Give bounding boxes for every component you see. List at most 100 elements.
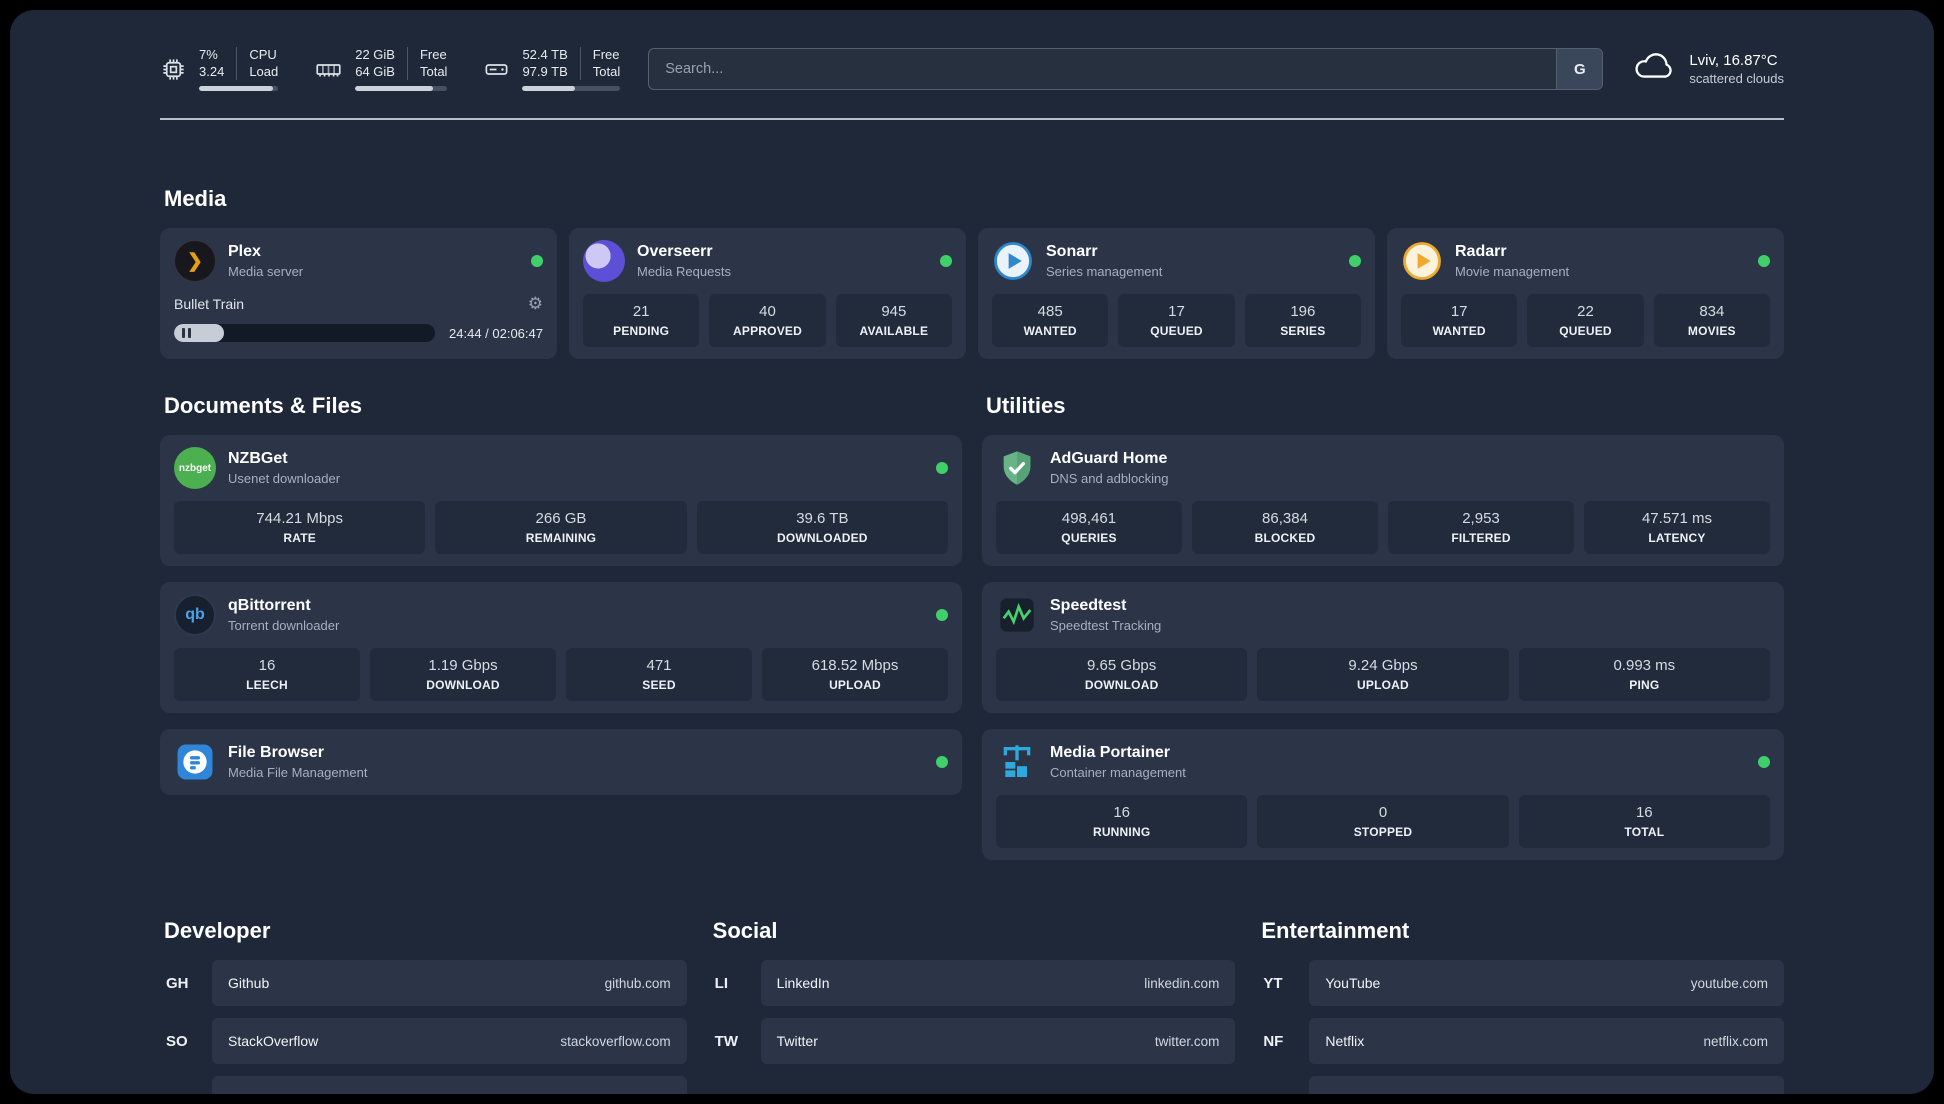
stat-tile: 16 LEECH [174,648,360,701]
disk-widget: 52.4 TB 97.9 TB Free Total [483,46,621,92]
stat-tile: 834 MOVIES [1653,294,1770,347]
bookmark-youtube[interactable]: YT YouTube youtube.com [1257,960,1784,1006]
disk-icon [483,56,510,83]
radarr-icon [1401,240,1443,282]
status-dot [531,255,543,267]
cpu-icon [160,56,187,83]
status-dot [936,462,948,474]
system-stats: 7% 3.24 CPU Load 22 GiB 64 GiB Free Tota… [160,46,621,92]
stat-tile: 86,384 BLOCKED [1192,501,1378,554]
stat-tile: 0 STOPPED [1257,795,1509,848]
stat-tile: 1.19 Gbps DOWNLOAD [370,648,556,701]
cloud-icon [1631,50,1677,89]
stat-tile: 17 QUEUED [1118,294,1235,347]
section-title-social: Social [712,918,778,943]
gear-icon[interactable]: ⚙ [528,294,543,314]
stat-tile: 16 RUNNING [996,795,1248,848]
cpu-widget: 7% 3.24 CPU Load [160,46,279,92]
bookmark-netflix[interactable]: NF Netflix netflix.com [1257,1018,1784,1064]
status-dot [936,756,948,768]
ram-widget: 22 GiB 64 GiB Free Total [314,46,448,92]
disk-progress-bar [522,86,621,92]
cpu-percent: 7% [199,46,218,62]
weather-condition: scattered clouds [1689,71,1784,86]
card-plex[interactable]: ❯ Plex Media server Bullet Train ⚙ 24:44… [160,228,557,359]
bookmark-group-entertainment: Entertainment YT YouTube youtube.com NF … [1257,918,1784,1094]
stat-tile: 945 AVAILABLE [835,294,952,347]
plex-icon: ❯ [174,240,216,282]
section-title-media: Media [164,186,227,211]
speedtest-icon [996,594,1038,636]
cpu-progress-bar [199,86,279,92]
status-dot [1349,255,1361,267]
weather-widget: Lviv, 16.87°C scattered clouds [1631,50,1784,89]
card-nzbget[interactable]: nzbget NZBGet Usenet downloader 744.21 M… [160,435,962,566]
bookmark-dev[interactable]: DT DEV dev.to [160,1076,687,1094]
sonarr-icon [992,240,1034,282]
adguard-icon [996,447,1038,489]
ram-free: 22 GiB [355,46,395,62]
search-bar: G [648,48,1604,90]
stat-tile: 9.24 Gbps UPLOAD [1257,648,1509,701]
stat-tile: 618.52 Mbps UPLOAD [762,648,948,701]
now-playing-title: Bullet Train [174,296,245,312]
stat-tile: 0.993 ms PING [1518,648,1770,701]
card-filebrowser[interactable]: File Browser Media File Management [160,729,962,795]
topbar-divider [160,118,1784,120]
ram-progress-bar [355,86,448,92]
bookmark-group-social: Social LI LinkedIn linkedin.com TW Twitt… [709,918,1236,1094]
status-dot [936,609,948,621]
card-radarr[interactable]: Radarr Movie management 17 WANTED 22 QUE… [1387,228,1784,359]
stat-tile: 9.65 Gbps DOWNLOAD [996,648,1248,701]
overseerr-icon [583,240,625,282]
stat-tile: 17 WANTED [1401,294,1518,347]
bookmark-linkedin[interactable]: LI LinkedIn linkedin.com [709,960,1236,1006]
stat-tile: 2,953 FILTERED [1388,501,1574,554]
playback-progress-bar[interactable] [174,324,436,342]
stat-tile: 16 TOTAL [1518,795,1770,848]
ram-icon [314,56,343,83]
stat-tile: 40 APPROVED [709,294,826,347]
card-overseerr[interactable]: Overseerr Media Requests 21 PENDING 40 A… [569,228,966,359]
disk-free: 52.4 TB [522,46,568,62]
stat-tile: 39.6 TB DOWNLOADED [696,501,948,554]
dashboard: 7% 3.24 CPU Load 22 GiB 64 GiB Free Tota… [10,10,1934,1094]
section-title-developer: Developer [164,918,271,943]
weather-location: Lviv, 16.87°C [1689,52,1778,69]
stat-tile: 485 WANTED [992,294,1109,347]
plex-now-playing: Bullet Train ⚙ 24:44 / 02:06:47 [174,294,543,342]
section-title-documents: Documents & Files [164,393,363,418]
portainer-icon [996,741,1038,783]
status-dot [1758,255,1770,267]
card-speedtest[interactable]: Speedtest Speedtest Tracking 9.65 Gbps D… [982,582,1784,713]
stat-tile: 498,461 QUERIES [996,501,1182,554]
card-adguard[interactable]: AdGuard Home DNS and adblocking 498,461 … [982,435,1784,566]
bookmark-group-developer: Developer GH Github github.com SO StackO… [160,918,687,1094]
search-input[interactable] [648,48,1604,90]
stat-tile: 266 GB REMAINING [435,501,687,554]
cpu-load-avg: 3.24 [199,63,225,79]
card-sonarr[interactable]: Sonarr Series management 485 WANTED 17 Q… [978,228,1375,359]
disk-total: 97.9 TB [522,63,568,79]
qbittorrent-icon: qb [174,594,216,636]
pause-icon[interactable] [182,328,191,338]
stat-tile: 744.21 Mbps RATE [174,501,426,554]
stat-tile: 47.571 ms LATENCY [1584,501,1770,554]
section-title-utilities: Utilities [986,393,1066,418]
stat-tile: 21 PENDING [583,294,700,347]
stat-tile: 22 QUEUED [1527,294,1644,347]
bookmark-github[interactable]: GH Github github.com [160,960,687,1006]
filebrowser-icon [174,741,216,783]
playback-time: 24:44 / 02:06:47 [449,325,543,341]
stat-tile: 196 SERIES [1244,294,1361,347]
bookmark-reddit[interactable]: RE Reddit reddit.com [1257,1076,1784,1094]
bookmark-twitter[interactable]: TW Twitter twitter.com [709,1018,1236,1064]
stat-tile: 471 SEED [566,648,752,701]
bookmark-stackoverflow[interactable]: SO StackOverflow stackoverflow.com [160,1018,687,1064]
search-provider-button[interactable]: G [1556,49,1603,89]
card-qbittorrent[interactable]: qb qBittorrent Torrent downloader 16 LEE… [160,582,962,713]
section-title-entertainment: Entertainment [1261,918,1410,943]
card-portainer[interactable]: Media Portainer Container management 16 … [982,729,1784,860]
status-dot [1758,756,1770,768]
ram-total: 64 GiB [355,63,395,79]
